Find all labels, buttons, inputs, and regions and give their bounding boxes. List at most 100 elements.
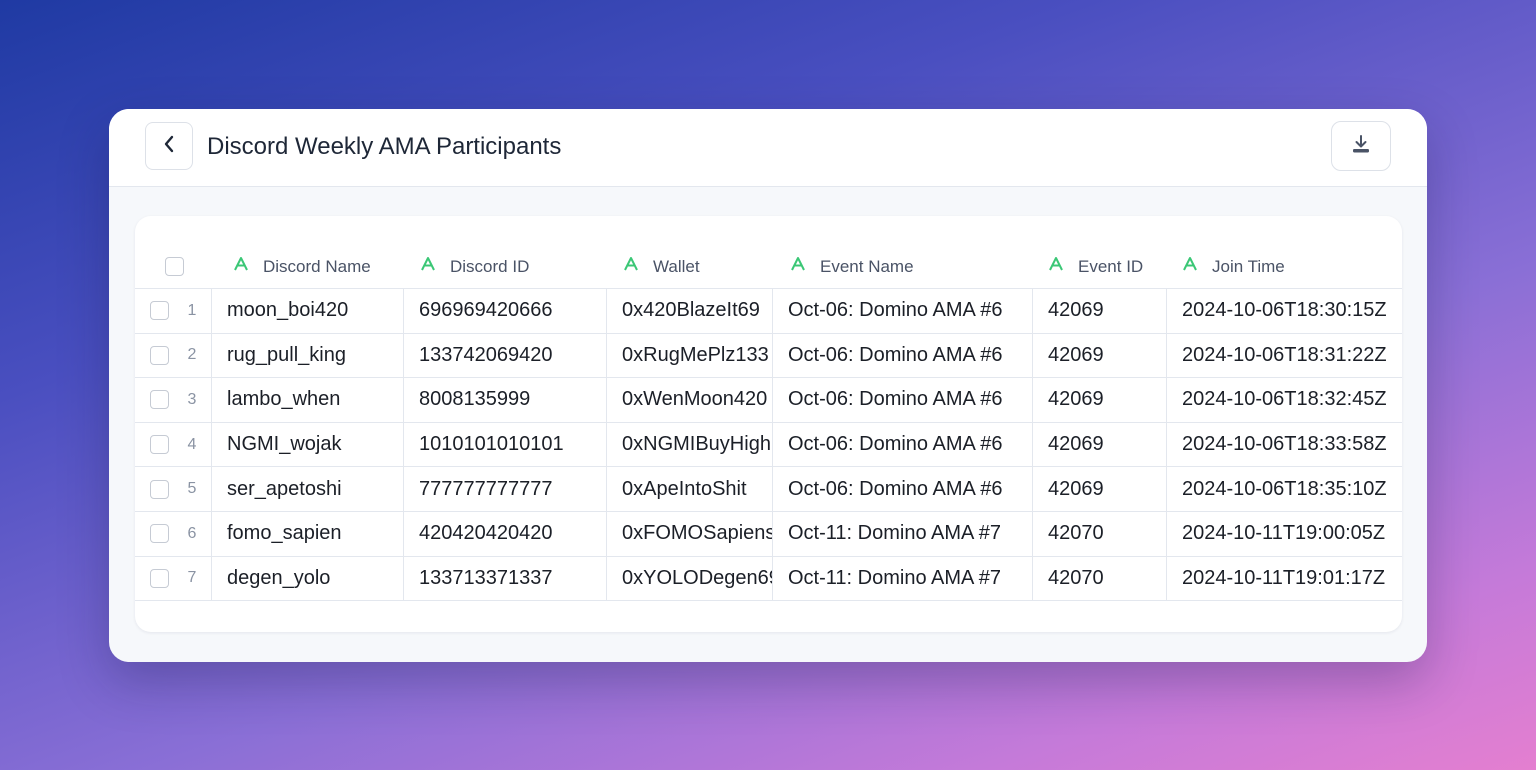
discord-name-cell[interactable]: moon_boi420 [212,289,404,333]
page-header: Discord Weekly AMA Participants [109,109,1427,187]
app-window: Discord Weekly AMA Participants Discord … [109,109,1427,662]
row-checkbox[interactable] [150,568,169,588]
event-name-cell[interactable]: Oct-06: Domino AMA #6 [773,422,1033,467]
column-header-discord-id[interactable]: Discord ID [404,244,607,289]
join-time-cell[interactable]: 2024-10-06T18:33:58Z [1167,423,1402,467]
column-label: Event Name [820,256,914,276]
discord-id-cell[interactable]: 420420420420 [404,511,607,556]
column-label: Discord Name [263,256,371,276]
row-checkbox[interactable] [150,524,169,544]
column-label: Event ID [1078,256,1144,276]
event-name-cell[interactable]: Oct-06: Domino AMA #6 [773,467,1033,511]
back-button[interactable] [145,122,193,170]
table-row[interactable]: 7 degen_yolo 133713371337 0xYOLODegen69 Oct-… [135,556,1402,602]
text-type-icon [790,256,806,277]
event-name-cell[interactable]: Oct-11: Domino AMA #7 [773,556,1033,601]
row-number: 3 [187,390,197,408]
wallet-cell[interactable]: 0xRugMePlz133 [607,333,773,378]
discord-id-cell[interactable]: 1010101010101 [404,422,607,467]
table-body: 1 moon_boi420 696969420666 0x420BlazeIt69 Oc… [135,289,1402,602]
row-number: 7 [187,569,197,587]
row-checkbox[interactable] [150,301,169,321]
discord-name-cell[interactable]: rug_pull_king [212,333,404,378]
download-icon [1351,134,1371,159]
data-table: Discord Name Discord ID Wallet Event Nam… [135,216,1402,632]
wallet-cell[interactable]: 0xWenMoon420 [607,378,773,422]
chevron-left-icon [162,134,176,159]
wallet-cell[interactable]: 0xNGMIBuyHigh [607,422,773,467]
row-select-cell: 7 [135,556,212,601]
wallet-cell[interactable]: 0xApeIntoShit [607,467,773,511]
row-number: 5 [187,480,197,498]
column-header-event-name[interactable]: Event Name [773,244,1033,289]
row-number: 6 [187,524,197,542]
discord-id-cell[interactable]: 777777777777 [404,467,607,511]
discord-id-cell[interactable]: 133742069420 [404,333,607,378]
table-row[interactable]: 1 moon_boi420 696969420666 0x420BlazeIt69 Oc… [135,289,1402,334]
event-id-cell[interactable]: 42069 [1033,289,1167,333]
discord-name-cell[interactable]: ser_apetoshi [212,467,404,511]
event-name-cell[interactable]: Oct-06: Domino AMA #6 [773,333,1033,378]
discord-name-cell[interactable]: NGMI_wojak [212,422,404,467]
table-row[interactable]: 5 ser_apetoshi 777777777777 0xApeIntoShit Oc… [135,467,1402,512]
row-checkbox[interactable] [150,345,169,365]
select-all-cell [135,244,212,289]
row-checkbox[interactable] [150,435,169,455]
text-type-icon [233,256,249,277]
event-id-cell[interactable]: 42069 [1033,378,1167,422]
column-header-event-id[interactable]: Event ID [1033,244,1167,289]
row-number: 2 [187,346,197,364]
download-button[interactable] [1331,121,1391,171]
row-select-cell: 1 [135,289,212,333]
event-name-cell[interactable]: Oct-11: Domino AMA #7 [773,511,1033,556]
table-row[interactable]: 2 rug_pull_king 133742069420 0xRugMePlz133 O… [135,333,1402,379]
row-select-cell: 5 [135,467,212,511]
table-row[interactable]: 3 lambo_when 8008135999 0xWenMoon420 Oct-06:… [135,378,1402,423]
event-id-cell[interactable]: 42069 [1033,422,1167,467]
table-row[interactable]: 4 NGMI_wojak 1010101010101 0xNGMIBuyHigh Oct… [135,422,1402,468]
column-header-wallet[interactable]: Wallet [607,244,773,289]
event-name-cell[interactable]: Oct-06: Domino AMA #6 [773,289,1033,333]
row-number: 1 [187,301,197,319]
row-checkbox[interactable] [150,390,169,410]
column-label: Join Time [1212,256,1285,276]
table-header: Discord Name Discord ID Wallet Event Nam… [135,244,1402,289]
event-id-cell[interactable]: 42069 [1033,333,1167,378]
column-label: Discord ID [450,256,530,276]
text-type-icon [420,256,436,277]
event-id-cell[interactable]: 42069 [1033,467,1167,511]
row-select-cell: 2 [135,333,212,378]
row-select-cell: 6 [135,511,212,556]
event-id-cell[interactable]: 42070 [1033,556,1167,601]
wallet-cell[interactable]: 0xFOMOSapiens [607,511,773,556]
text-type-icon [1182,256,1198,277]
join-time-cell[interactable]: 2024-10-06T18:31:22Z [1167,334,1402,378]
column-header-discord-name[interactable]: Discord Name [212,244,404,289]
join-time-cell[interactable]: 2024-10-11T19:00:05Z [1167,512,1402,556]
discord-name-cell[interactable]: degen_yolo [212,556,404,601]
row-checkbox[interactable] [150,479,169,499]
row-select-cell: 4 [135,422,212,467]
text-type-icon [1048,256,1064,277]
discord-name-cell[interactable]: fomo_sapien [212,511,404,556]
join-time-cell[interactable]: 2024-10-06T18:35:10Z [1167,467,1402,511]
text-type-icon [623,256,639,277]
wallet-cell[interactable]: 0x420BlazeIt69 [607,289,773,333]
discord-id-cell[interactable]: 696969420666 [404,289,607,333]
wallet-cell[interactable]: 0xYOLODegen69 [607,556,773,601]
discord-id-cell[interactable]: 8008135999 [404,378,607,422]
join-time-cell[interactable]: 2024-10-06T18:30:15Z [1167,289,1402,333]
column-label: Wallet [653,256,700,276]
row-select-cell: 3 [135,378,212,422]
select-all-checkbox[interactable] [165,257,184,276]
row-number: 4 [187,435,197,453]
column-header-join-time[interactable]: Join Time [1167,244,1402,289]
event-id-cell[interactable]: 42070 [1033,511,1167,556]
discord-name-cell[interactable]: lambo_when [212,378,404,422]
join-time-cell[interactable]: 2024-10-06T18:32:45Z [1167,378,1402,422]
discord-id-cell[interactable]: 133713371337 [404,556,607,601]
event-name-cell[interactable]: Oct-06: Domino AMA #6 [773,378,1033,422]
join-time-cell[interactable]: 2024-10-11T19:01:17Z [1167,557,1402,601]
table-row[interactable]: 6 fomo_sapien 420420420420 0xFOMOSapiens Oct… [135,511,1402,557]
page-title: Discord Weekly AMA Participants [207,133,562,160]
